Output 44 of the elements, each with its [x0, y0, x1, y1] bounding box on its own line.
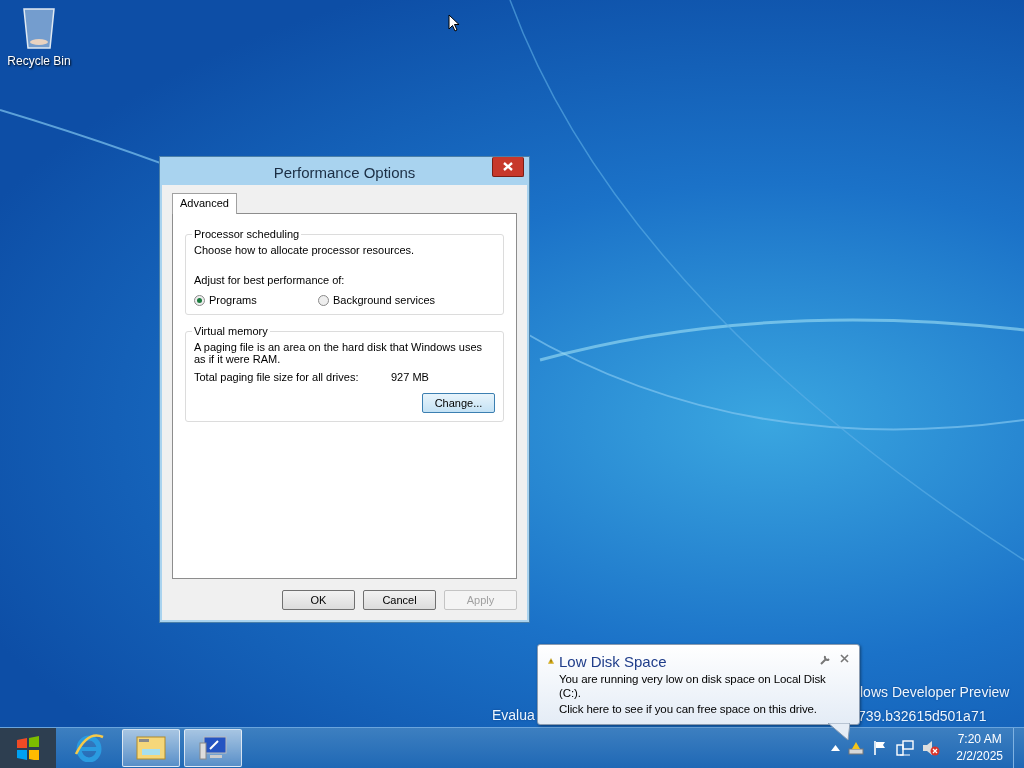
close-button[interactable] [492, 157, 524, 177]
group-title: Processor scheduling [193, 228, 301, 240]
notification-message: Click here to see if you can free space on this drive. [559, 702, 818, 716]
chevron-up-icon[interactable] [831, 745, 841, 751]
watermark-text: lows Developer Preview [860, 684, 1010, 700]
dialog-button[interactable]: Cancel [363, 590, 436, 610]
field-value: 927 MB [391, 371, 429, 383]
browser-e-icon [74, 734, 104, 762]
clock-date: 2/2/2025 [956, 748, 1003, 765]
desktop-icon[interactable]: Recycle Bin [4, 6, 74, 68]
radio-option[interactable]: Programs [194, 294, 318, 306]
speaker-muted-icon[interactable] [922, 740, 941, 756]
description-text: Choose how to allocate processor resources. [194, 244, 416, 256]
start-button[interactable] [0, 728, 56, 768]
description-text: A paging file is an area on the hard disk that Windows uses as if it were RAM. [194, 341, 483, 365]
clock-time: 7:20 AM [957, 731, 1002, 748]
drive-warning-icon[interactable] [848, 741, 865, 755]
close-icon [503, 162, 513, 171]
dialog-button[interactable]: OK [282, 590, 355, 610]
radio-icon[interactable] [194, 294, 205, 306]
window-title: Performance Options [273, 163, 416, 181]
notification-message: You are running very low on disk space on Local Disk (C:). [559, 672, 827, 700]
group-title: Virtual memory [193, 325, 269, 337]
folder-icon [135, 734, 167, 762]
prompt-text: Adjust for best performance of: [194, 274, 346, 286]
tab[interactable]: Advanced [172, 193, 237, 214]
clock[interactable]: 7:20 AM 2/2/2025 [956, 731, 1003, 765]
windows-logo-icon [15, 736, 41, 760]
radio-icon[interactable] [318, 294, 329, 306]
change-button[interactable]: Change... [422, 393, 495, 413]
icon-label: Recycle Bin [7, 54, 71, 68]
close-icon[interactable] [840, 654, 849, 663]
mouse-cursor-icon [448, 14, 460, 32]
computer-icon [198, 735, 228, 761]
taskbar-button[interactable] [184, 729, 242, 767]
wrench-icon[interactable] [819, 654, 830, 665]
radio-option[interactable]: Background services [318, 294, 442, 306]
taskbar-button[interactable] [122, 729, 180, 767]
notification-title: Low Disk Space [559, 653, 667, 670]
trash-bin-icon [21, 6, 57, 50]
watermark-text: Evalua [492, 707, 535, 723]
field-label: Total paging file size for all drives: [194, 371, 360, 383]
watermark-text: 739.b32615d501a71 [858, 708, 987, 724]
network-icon[interactable] [896, 740, 915, 756]
